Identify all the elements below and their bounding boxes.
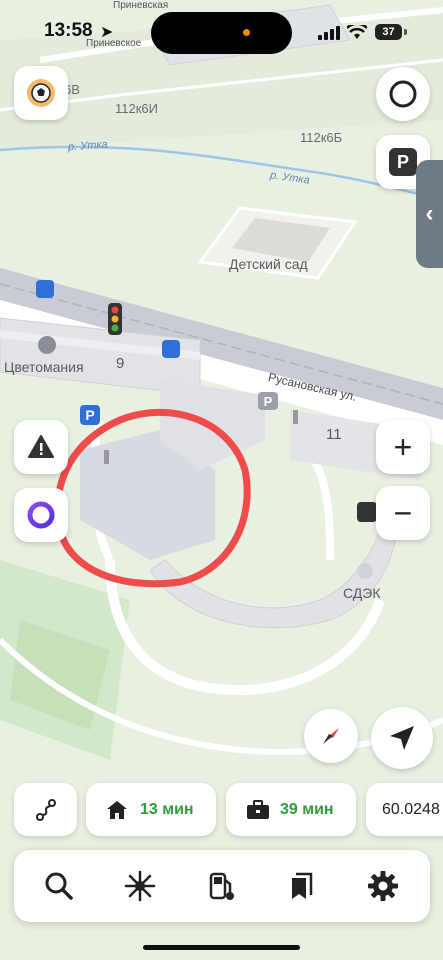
coordinate-value: 60.0248	[382, 800, 440, 818]
chevron-left-icon: ‹	[425, 200, 434, 227]
route-button[interactable]	[14, 783, 77, 836]
bookmarks-button[interactable]	[284, 868, 320, 904]
settings-button[interactable]	[365, 868, 401, 904]
settings-icon	[368, 871, 398, 901]
warning-icon	[28, 435, 54, 458]
alice-button[interactable]	[14, 488, 68, 542]
bookmarks-icon	[292, 872, 313, 899]
status-time: 13:58	[44, 20, 93, 41]
map-label-shop: Цветомания	[4, 359, 84, 375]
event-button[interactable]	[14, 66, 68, 120]
battery-tip	[404, 29, 407, 35]
parking-label: P	[389, 148, 417, 176]
soccer-ball-icon	[27, 79, 55, 107]
map-label-house-11: 11	[326, 426, 342, 443]
work-route-time: 39 мин	[280, 800, 334, 818]
briefcase-icon	[247, 799, 269, 819]
work-route-chip[interactable]: 39 мин	[226, 783, 356, 836]
alice-icon	[27, 501, 55, 529]
search-icon	[45, 872, 73, 900]
route-icon	[35, 798, 56, 821]
svg-text:P: P	[85, 407, 94, 423]
recording-dot	[243, 29, 250, 36]
home-indicator	[143, 945, 300, 950]
location-arrow-icon: ➤	[100, 24, 114, 41]
compass-button[interactable]	[304, 709, 358, 763]
map-label-street-top: Приневская	[113, 0, 169, 11]
gas-station-button[interactable]	[203, 868, 239, 904]
battery-indicator: 37	[375, 24, 402, 40]
dynamic-island	[151, 12, 292, 54]
zoom-out-button[interactable]: −	[376, 486, 430, 540]
svg-text:P: P	[264, 394, 273, 409]
navigation-arrow-icon	[390, 726, 414, 750]
cellular-signal-icon	[318, 26, 340, 40]
alice-ring-icon	[389, 80, 417, 108]
bottom-toolbar	[14, 850, 430, 922]
search-button[interactable]	[41, 868, 77, 904]
zoom-in-label: +	[393, 429, 413, 465]
report-incident-button[interactable]	[14, 420, 68, 474]
wifi-icon	[347, 25, 367, 39]
compass-needle-icon	[323, 728, 339, 744]
map-label-street-top-2: Приневское	[86, 38, 142, 49]
side-panel-handle[interactable]: ‹	[416, 160, 443, 268]
home-route-time: 13 мин	[140, 800, 194, 818]
home-route-chip[interactable]: 13 мин	[86, 783, 216, 836]
alice-assistant-top-button[interactable]	[376, 67, 430, 121]
map-label-cdek: СДЭК	[343, 585, 381, 601]
map-label-building-112k6i: 112к6И	[115, 101, 158, 116]
zoom-in-button[interactable]: +	[376, 420, 430, 474]
map-label-house-9: 9	[116, 355, 125, 372]
home-icon	[107, 800, 127, 819]
gas-station-icon	[209, 872, 234, 900]
map-label-kindergarten: Детский сад	[229, 256, 308, 272]
map-label-building-112k6b: 112к6Б	[300, 130, 343, 145]
coordinate-chip[interactable]: 60.0248	[366, 783, 443, 836]
discovery-button[interactable]	[122, 868, 158, 904]
compass-spark-icon	[124, 870, 156, 902]
zoom-out-label: −	[393, 495, 413, 531]
my-location-button[interactable]	[371, 707, 433, 769]
